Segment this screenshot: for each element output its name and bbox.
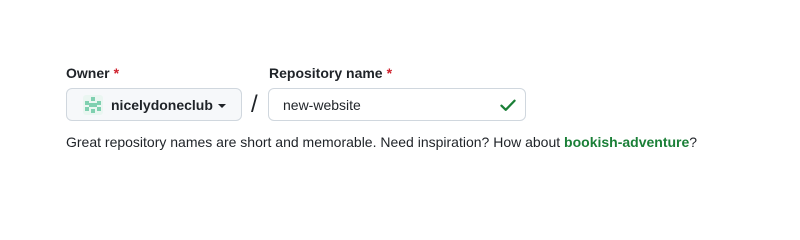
owner-label: Owner * xyxy=(66,63,119,83)
owner-label-text: Owner xyxy=(66,65,110,81)
repository-name-label: Repository name * xyxy=(269,63,392,83)
chevron-down-icon xyxy=(217,103,226,108)
check-icon xyxy=(500,99,516,111)
repo-owner-name-form: Owner * Repository name * nicelydoneclub /… xyxy=(0,0,800,216)
repository-name-label-text: Repository name xyxy=(269,65,383,81)
owner-name: nicelydoneclub xyxy=(111,96,213,113)
identicon-icon xyxy=(83,94,103,115)
owner-dropdown-button[interactable]: nicelydoneclub xyxy=(66,88,242,121)
hint-end: ? xyxy=(689,134,698,150)
hint-text: Great repository names are short and mem… xyxy=(66,134,565,150)
repository-name-hint: Great repository names are short and mem… xyxy=(66,132,697,152)
repository-name-field xyxy=(268,88,526,121)
owner-repo-separator: / xyxy=(251,91,258,118)
suggested-name-link[interactable]: bookish-adventure xyxy=(564,134,689,150)
owner-required-mark: * xyxy=(113,65,120,81)
repository-required-mark: * xyxy=(386,65,393,81)
repository-name-input[interactable] xyxy=(269,89,489,120)
